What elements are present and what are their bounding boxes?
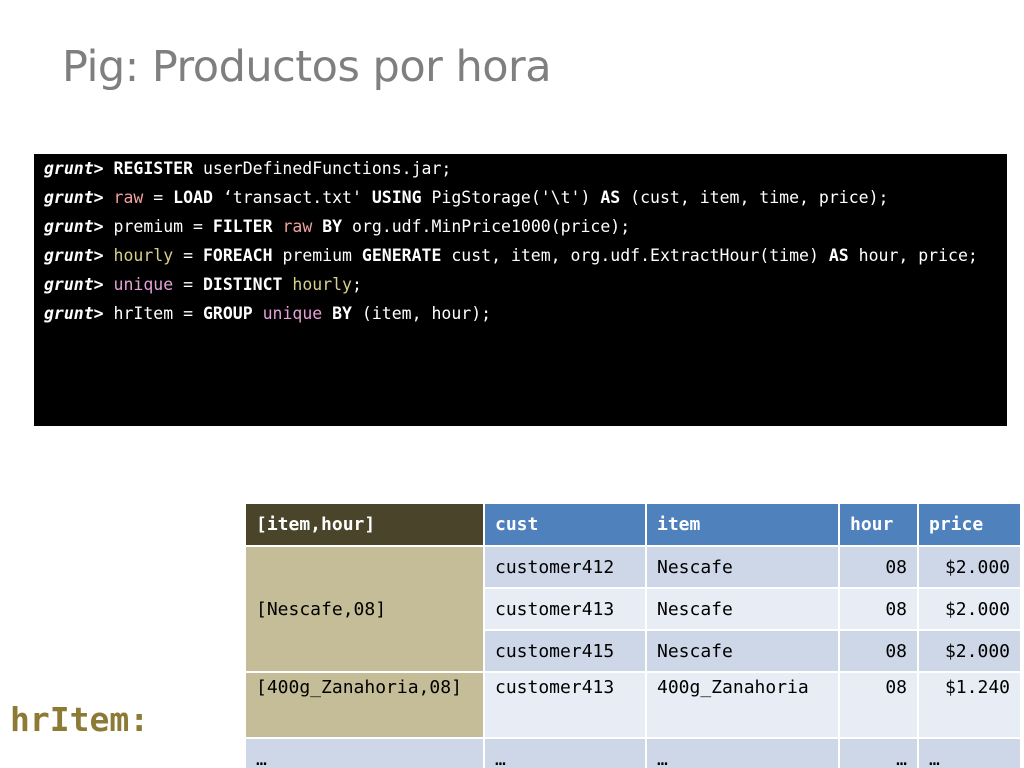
- cell-price: $1.240: [917, 671, 1022, 739]
- table-row: … … … … …: [244, 737, 1022, 768]
- cell-item: …: [645, 737, 840, 768]
- column-header-hour: hour: [838, 502, 919, 547]
- code-block: grunt> REGISTER userDefinedFunctions.jar…: [34, 154, 1007, 426]
- column-header-cust: cust: [483, 502, 647, 547]
- table-row: [Nescafe,08] customer412 Nescafe 08 $2.0…: [244, 545, 1022, 673]
- table-header-row: [item,hour] cust item hour price: [244, 502, 1022, 547]
- code-text: =: [173, 275, 203, 294]
- code-text: =: [173, 304, 203, 323]
- cell-item: 400g_Zanahoria: [645, 671, 840, 739]
- code-line-foreach: grunt> hourly = FOREACH premium GENERATE…: [44, 245, 997, 267]
- cell-cust: customer413: [483, 671, 647, 739]
- cell-price: $2.000: [917, 629, 1022, 673]
- column-header-item: item: [645, 502, 840, 547]
- cell-cust: customer413: [483, 587, 647, 631]
- keyword: USING: [371, 188, 422, 207]
- cell-item: Nescafe: [645, 587, 840, 631]
- code-text: =: [143, 188, 174, 207]
- cell-price: $2.000: [917, 545, 1022, 589]
- prompt: grunt>: [44, 246, 104, 265]
- column-header-group-key: [item,hour]: [244, 502, 485, 547]
- code-text: PigStorage('\t'): [421, 188, 601, 207]
- keyword: REGISTER: [113, 159, 194, 178]
- keyword: BY: [322, 217, 343, 236]
- cell-hour: 08: [838, 545, 919, 589]
- variable-premium: premium: [113, 217, 184, 236]
- code-line-group: grunt> hrItem = GROUP unique BY (item, h…: [44, 303, 997, 325]
- keyword: AS: [600, 188, 621, 207]
- keyword: GENERATE: [361, 246, 442, 265]
- cell-cust: customer415: [483, 629, 647, 673]
- result-table: [item,hour] cust item hour price [Nescaf…: [244, 502, 1022, 768]
- group-key-cell: …: [244, 737, 485, 768]
- cell-item: Nescafe: [645, 545, 840, 589]
- prompt: grunt>: [44, 217, 104, 236]
- code-text: premium: [272, 246, 362, 265]
- slide-title: Pig: Productos por hora: [62, 42, 552, 92]
- code-text: =: [183, 217, 213, 236]
- variable-hritem: hrItem: [113, 304, 174, 323]
- code-line-distinct: grunt> unique = DISTINCT hourly;: [44, 274, 997, 296]
- cell-hour: 08: [838, 587, 919, 631]
- keyword: DISTINCT: [202, 275, 283, 294]
- cell-price: $2.000: [917, 587, 1022, 631]
- code-text: ;: [352, 275, 362, 294]
- group-key-cell: [Nescafe,08]: [244, 545, 485, 673]
- cell-hour: 08: [838, 629, 919, 673]
- keyword: LOAD: [173, 188, 213, 207]
- keyword: GROUP: [202, 304, 253, 323]
- code-text: ‘transact.txt': [212, 188, 372, 207]
- cell-cust: customer412: [483, 545, 647, 589]
- code-text: (cust, item, time, price);: [620, 188, 889, 207]
- prompt: grunt>: [44, 275, 104, 294]
- table-row: [400g_Zanahoria,08] customer413 400g_Zan…: [244, 671, 1022, 739]
- code-text: cust, item, org.udf.ExtractHour(time): [441, 246, 829, 265]
- keyword: AS: [828, 246, 849, 265]
- code-text: hour, price;: [848, 246, 978, 265]
- code-text: userDefinedFunctions.jar;: [193, 159, 452, 178]
- group-key-cell: [400g_Zanahoria,08]: [244, 671, 485, 739]
- cell-price: …: [917, 737, 1022, 768]
- keyword: BY: [332, 304, 352, 323]
- cell-hour: 08: [838, 671, 919, 739]
- prompt: grunt>: [44, 159, 104, 178]
- prompt: grunt>: [44, 304, 104, 323]
- keyword: FOREACH: [202, 246, 273, 265]
- code-line-register: grunt> REGISTER userDefinedFunctions.jar…: [44, 158, 997, 180]
- cell-item: Nescafe: [645, 629, 840, 673]
- prompt: grunt>: [44, 188, 104, 207]
- cell-cust: …: [483, 737, 647, 768]
- code-line-filter: grunt> premium = FILTER raw BY org.udf.M…: [44, 216, 997, 238]
- code-text: (item, hour);: [352, 304, 492, 323]
- column-header-price: price: [917, 502, 1022, 547]
- code-text: =: [173, 246, 203, 265]
- keyword: FILTER: [212, 217, 273, 236]
- variable-raw: raw: [282, 217, 313, 236]
- result-label: hrItem:: [10, 700, 150, 739]
- variable-raw: raw: [113, 188, 144, 207]
- variable-unique: unique: [262, 304, 323, 323]
- variable-hourly: hourly: [292, 275, 352, 294]
- variable-hourly: hourly: [113, 246, 174, 265]
- code-line-load: grunt> raw = LOAD ‘transact.txt' USING P…: [44, 187, 997, 209]
- variable-unique: unique: [113, 275, 174, 294]
- cell-hour: …: [838, 737, 919, 768]
- code-text: org.udf.MinPrice1000(price);: [342, 217, 631, 236]
